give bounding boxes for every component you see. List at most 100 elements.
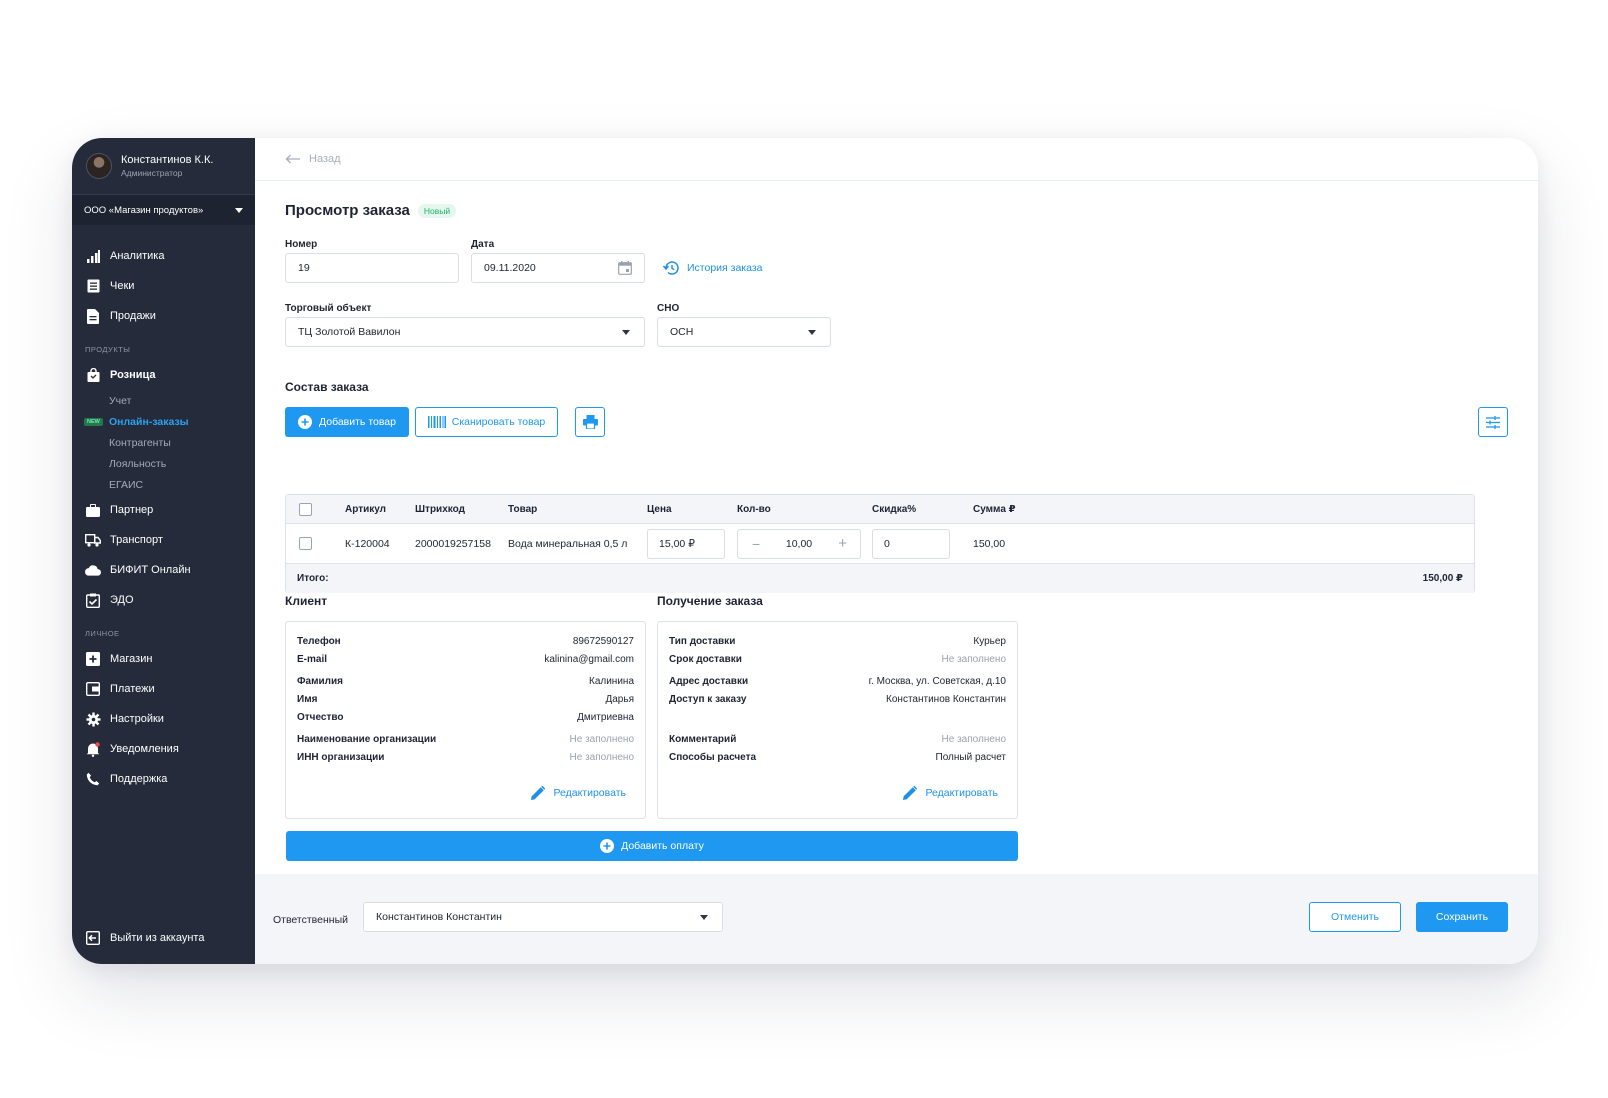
columns-settings-button[interactable]: [1478, 407, 1508, 437]
kv-key: Наименование организации: [297, 733, 437, 745]
delivery-comment-row: Комментарий Не заполнено: [669, 731, 1006, 747]
client-inn-row: ИНН организации Не заполнено: [297, 749, 634, 765]
sidebar-item-label: Чеки: [110, 280, 135, 292]
date-label: Дата: [471, 239, 495, 250]
status-badge: Новый: [417, 203, 457, 218]
history-icon: [663, 261, 679, 275]
client-middlename-row: Отчество Дмитриевна: [297, 709, 634, 725]
sidebar-item-partner[interactable]: Партнер: [72, 495, 255, 525]
sidebar-item-store[interactable]: Магазин: [72, 644, 255, 674]
sidebar-item-bifit-online[interactable]: БИФИТ Онлайн: [72, 555, 255, 585]
row-sum: 150,00: [973, 537, 1006, 550]
user-profile[interactable]: Константинов К.К. Администратор: [72, 138, 255, 195]
barcode-icon: [427, 416, 446, 428]
print-button[interactable]: [575, 407, 605, 437]
price-value: 15,00 ₽: [659, 538, 695, 550]
sidebar-item-payments[interactable]: Платежи: [72, 674, 255, 704]
kv-value: г. Москва, ул. Советская, д.10: [868, 675, 1006, 687]
order-history-link[interactable]: История заказа: [663, 261, 763, 275]
sidebar-item-label: Аналитика: [110, 250, 165, 262]
document-icon: [85, 308, 101, 324]
scan-product-button[interactable]: Сканировать товар: [415, 407, 558, 437]
sidebar-item-transport[interactable]: Транспорт: [72, 525, 255, 555]
sidebar-item-label: Платежи: [110, 683, 155, 695]
kv-key: Комментарий: [669, 733, 737, 745]
cancel-button[interactable]: Отменить: [1309, 902, 1401, 932]
edit-client-button[interactable]: Редактировать: [531, 786, 626, 800]
kv-value: kalinina@gmail.com: [544, 653, 634, 665]
add-product-button[interactable]: Добавить товар: [285, 407, 409, 437]
sidebar-item-notifications[interactable]: Уведомления: [72, 734, 255, 764]
sidebar-item-analytics[interactable]: Аналитика: [72, 241, 255, 271]
discount-input[interactable]: 0: [872, 529, 950, 559]
kv-key: E-mail: [297, 653, 328, 665]
kv-value: Не заполнено: [941, 733, 1006, 745]
kv-key: Срок доставки: [669, 653, 742, 665]
kv-value: Дмитриевна: [577, 711, 634, 723]
column-header: Сумма ₽: [973, 503, 1016, 515]
delivery-section-title: Получение заказа: [657, 594, 763, 608]
scan-product-label: Сканировать товар: [451, 416, 546, 428]
sidebar-item-edo[interactable]: ЭДО: [72, 585, 255, 615]
store-select[interactable]: ТЦ Золотой Вавилон: [285, 317, 645, 347]
sidebar-item-settings[interactable]: Настройки: [72, 704, 255, 734]
kv-value: Не заполнено: [941, 653, 1006, 665]
calendar-icon[interactable]: [618, 261, 632, 278]
edit-delivery-button[interactable]: Редактировать: [903, 786, 998, 800]
date-field[interactable]: 09.11.2020: [471, 253, 645, 283]
add-payment-label: Добавить оплату: [621, 840, 704, 852]
sidebar-subitem-counterparties[interactable]: Контрагенты: [72, 432, 255, 453]
back-link[interactable]: Назад: [309, 153, 341, 165]
table-footer: Итого: 150,00 ₽: [286, 564, 1474, 593]
select-all-checkbox[interactable]: [299, 502, 312, 516]
store-value: ТЦ Золотой Вавилон: [298, 326, 401, 338]
kv-key: Отчество: [297, 711, 344, 723]
kv-value: Не заполнено: [569, 733, 634, 745]
quantity-stepper[interactable]: − 10,00 +: [737, 529, 861, 559]
chevron-down-icon: [235, 207, 243, 213]
kv-key: Тип доставки: [669, 635, 736, 647]
delivery-access-row: Доступ к заказу Константинов Константин: [669, 691, 1006, 707]
client-card: Телефон 89672590127 E-mail kalinina@gmail.…: [285, 621, 646, 819]
chart-icon: [85, 248, 101, 264]
sidebar-subitem-accounting[interactable]: Учет: [72, 390, 255, 411]
kv-value: Полный расчет: [935, 751, 1006, 763]
total-label: Итого:: [297, 573, 329, 584]
row-product-name: Вода минеральная 0,5 л: [508, 537, 628, 550]
minus-icon[interactable]: −: [752, 536, 760, 552]
responsible-select[interactable]: Константинов Константин: [363, 902, 723, 932]
logout-button[interactable]: Выйти из аккаунта: [85, 930, 204, 946]
bell-icon: [85, 741, 101, 757]
plus-icon[interactable]: +: [838, 535, 847, 552]
chevron-down-icon: [808, 330, 816, 335]
number-field[interactable]: 19: [285, 253, 459, 283]
row-checkbox[interactable]: [299, 537, 312, 550]
edit-label: Редактировать: [553, 787, 626, 799]
column-header: Кол-во: [737, 503, 771, 515]
row-sku: К-120004: [345, 537, 390, 550]
client-phone-row: Телефон 89672590127: [297, 633, 634, 649]
arrow-left-icon[interactable]: [285, 151, 301, 167]
save-button[interactable]: Сохранить: [1416, 902, 1508, 932]
client-lastname-row: Фамилия Калинина: [297, 673, 634, 689]
sidebar-subitem-egais[interactable]: ЕГАИС: [72, 474, 255, 495]
add-payment-button[interactable]: Добавить оплату: [286, 831, 1018, 861]
sidebar-item-retail[interactable]: Розница: [72, 360, 255, 390]
pencil-icon: [903, 786, 918, 800]
price-input[interactable]: 15,00 ₽: [647, 529, 725, 559]
plus-circle-icon: [600, 839, 615, 853]
sidebar-item-receipts[interactable]: Чеки: [72, 271, 255, 301]
sidebar-item-support[interactable]: Поддержка: [72, 764, 255, 794]
org-selector[interactable]: ООО «Магазин продуктов»: [72, 195, 255, 225]
sidebar-subitem-loyalty[interactable]: Лояльность: [72, 453, 255, 474]
pencil-icon: [531, 786, 546, 800]
cloud-icon: [85, 562, 101, 578]
sidebar-subitem-online-orders[interactable]: NEW Онлайн-заказы: [72, 411, 255, 432]
clipboard-check-icon: [85, 592, 101, 608]
column-header: Скидка%: [872, 503, 917, 515]
sidebar-item-sales[interactable]: Продажи: [72, 301, 255, 331]
client-orgname-row: Наименование организации Не заполнено: [297, 731, 634, 747]
sno-select[interactable]: ОСН: [657, 317, 831, 347]
shopping-bag-icon: [85, 367, 101, 383]
user-role: Администратор: [121, 168, 183, 178]
